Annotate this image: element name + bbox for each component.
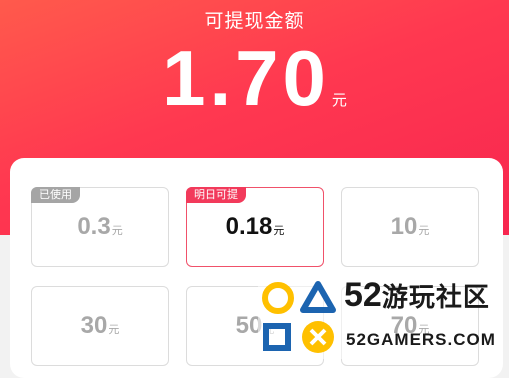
option-unit: 元: [273, 224, 285, 237]
balance-amount-unit: 元: [331, 91, 347, 109]
withdraw-option-10[interactable]: 10元: [341, 187, 479, 267]
withdraw-option-0-18[interactable]: 明日可提 0.18元: [186, 187, 324, 267]
option-unit: 元: [108, 323, 120, 336]
option-value: 0.3: [77, 213, 111, 240]
option-value: 10: [390, 213, 418, 240]
option-unit: 元: [418, 224, 430, 237]
watermark-brand-number: 52: [344, 276, 382, 314]
used-tag: 已使用: [31, 187, 80, 203]
balance-title: 可提现金额: [204, 10, 305, 32]
tomorrow-withdraw-tag: 明日可提: [186, 187, 246, 203]
option-value: 30: [80, 312, 108, 339]
balance-amount-value: 1.70: [162, 34, 330, 122]
option-unit: 元: [111, 224, 123, 237]
watermark-brand: 52游玩社区: [344, 277, 490, 315]
balance-amount: 1.70 元: [0, 38, 509, 118]
withdraw-option-30[interactable]: 30元: [31, 286, 169, 366]
withdraw-option-0-3[interactable]: 已使用 0.3元: [31, 187, 169, 267]
watermark-cross-icon: [302, 321, 334, 353]
watermark-site: 52GAMERS.COM: [346, 330, 496, 349]
option-value: 0.18: [225, 213, 273, 240]
watermark-brand-name: 游玩社区: [381, 282, 490, 312]
